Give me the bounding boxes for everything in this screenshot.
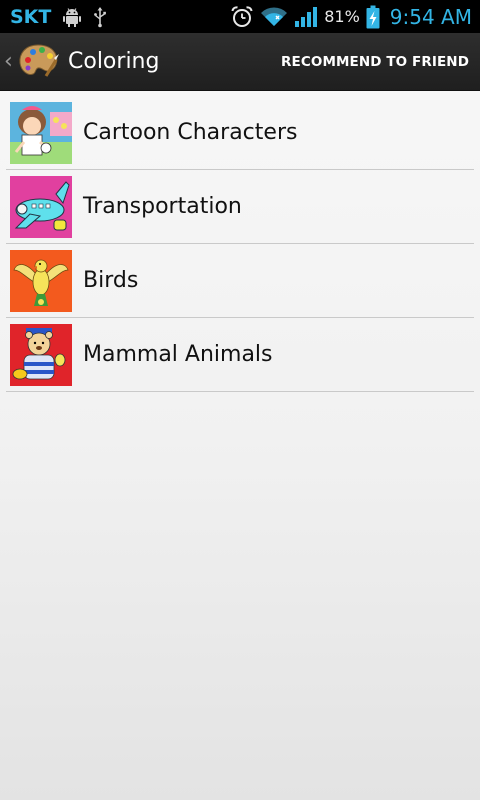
palette-icon[interactable] <box>16 40 60 84</box>
alarm-icon <box>231 5 253 27</box>
category-list: Cartoon Characters Transportation Birds … <box>6 96 474 392</box>
battery-charging-icon <box>366 5 380 28</box>
list-item-cartoon-characters[interactable]: Cartoon Characters <box>6 96 474 170</box>
airplane-thumbnail <box>10 175 72 238</box>
list-item-transportation[interactable]: Transportation <box>6 170 474 244</box>
bear-thumbnail <box>10 323 72 386</box>
list-item-label: Transportation <box>83 194 242 219</box>
list-item-mammal-animals[interactable]: Mammal Animals <box>6 318 474 392</box>
usb-icon <box>94 6 107 27</box>
carrier-label: SKT <box>10 5 52 28</box>
list-item-label: Cartoon Characters <box>83 120 298 145</box>
status-bar: SKT 81% 9:54 AM <box>0 0 480 33</box>
up-navigation-icon[interactable]: ‹ <box>4 49 14 74</box>
list-item-birds[interactable]: Birds <box>6 244 474 318</box>
list-item-label: Birds <box>83 268 139 293</box>
list-item-label: Mammal Animals <box>83 342 273 367</box>
bird-thumbnail <box>10 249 72 312</box>
recommend-to-friend-button[interactable]: RECOMMEND TO FRIEND <box>281 54 469 70</box>
clock: 9:54 AM <box>389 4 472 29</box>
battery-percent: 81% <box>324 7 360 26</box>
wifi-icon <box>261 6 288 26</box>
android-debug-icon <box>63 7 82 27</box>
signal-icon <box>295 6 318 27</box>
app-title: Coloring <box>68 49 160 74</box>
cartoon-girl-thumbnail <box>10 101 72 164</box>
action-bar: ‹ Coloring RECOMMEND TO FRIEND <box>0 33 480 91</box>
